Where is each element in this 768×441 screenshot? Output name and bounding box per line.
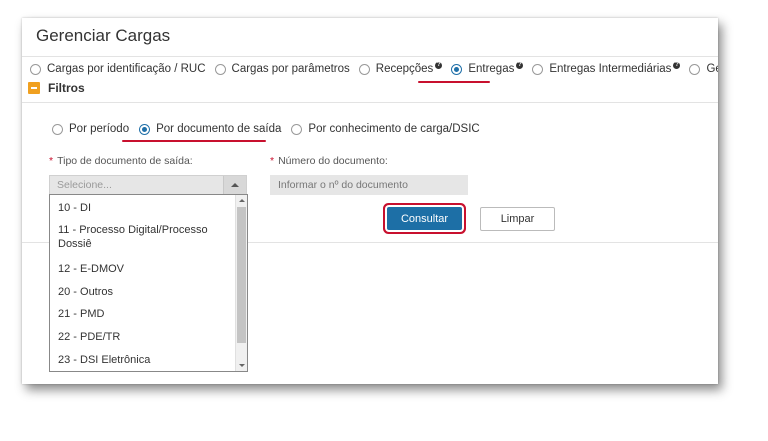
dropdown-option[interactable]: 22 - PDE/TR (58, 330, 231, 344)
scrollbar-thumb[interactable] (237, 207, 246, 343)
dropdown-scrollbar[interactable] (235, 195, 247, 371)
option-por-conhecimento[interactable]: Por conhecimento de carga/DSIC (291, 123, 480, 135)
radio-icon[interactable] (52, 123, 63, 135)
tab-label: Entregas (468, 63, 515, 75)
required-marker: * (270, 155, 275, 167)
tab-cargas-parametros[interactable]: Cargas por parâmetros (214, 63, 350, 75)
dropdown-option[interactable]: 11 - Processo Digital/Processo Dossiê (58, 223, 231, 251)
tab-recepcoes[interactable]: Recepções ? (358, 61, 443, 75)
numero-documento-label: * Número do documento: (270, 155, 388, 167)
option-por-documento-saida[interactable]: Por documento de saída (139, 123, 281, 135)
radio-icon[interactable] (532, 63, 544, 75)
radio-icon[interactable] (358, 63, 370, 75)
tab-entregas[interactable]: Entregas ? (451, 61, 524, 75)
collapse-minus-icon[interactable] (28, 82, 40, 94)
title-divider (22, 56, 718, 57)
dropdown-option[interactable]: 20 - Outros (58, 285, 231, 299)
numero-documento-input[interactable] (270, 175, 468, 195)
page-title: Gerenciar Cargas (36, 26, 171, 45)
tab-label: Gerar DSIC (706, 63, 718, 75)
dropdown-option[interactable]: 21 - PMD (58, 307, 231, 321)
query-type-tabs: Cargas por identificação / RUC Cargas po… (30, 61, 718, 75)
tipo-documento-select[interactable]: Selecione... (49, 175, 247, 195)
filtros-heading: Filtros (48, 81, 85, 95)
entregas-highlight-underline (418, 81, 490, 83)
manage-cargo-window: Gerenciar Cargas Cargas por identificaçã… (22, 18, 718, 384)
scroll-down-icon[interactable] (239, 364, 245, 367)
option-por-periodo[interactable]: Por período (52, 123, 129, 135)
tipo-documento-dropdown-list: 10 - DI 11 - Processo Digital/Processo D… (49, 194, 248, 372)
help-icon[interactable]: ? (435, 61, 443, 69)
help-icon[interactable]: ? (516, 61, 524, 69)
scroll-up-icon[interactable] (239, 199, 245, 202)
limpar-button[interactable]: Limpar (480, 207, 555, 231)
dropdown-option[interactable]: 23 - DSI Eletrônica (58, 353, 231, 367)
radio-icon[interactable] (291, 123, 303, 135)
filter-type-options: Por período Por documento de saída Por c… (52, 123, 490, 135)
radio-icon[interactable] (689, 63, 701, 75)
chevron-up-icon[interactable] (223, 176, 246, 194)
help-icon[interactable]: ? (673, 61, 681, 69)
tab-label: Recepções (375, 63, 434, 75)
option-label: Por período (69, 123, 130, 135)
numero-documento-label-text: Número do documento: (278, 155, 388, 167)
dropdown-option[interactable]: 12 - E-DMOV (58, 262, 231, 276)
tab-gerar-dsic[interactable]: Gerar DSIC (689, 63, 718, 75)
filtros-divider (22, 102, 718, 103)
tab-entregas-intermediarias[interactable]: Entregas Intermediárias ? (532, 61, 681, 75)
tipo-documento-label-text: Tipo de documento de saída: (57, 155, 193, 167)
radio-icon[interactable] (214, 63, 226, 75)
documento-highlight-underline (122, 140, 266, 142)
dropdown-option[interactable]: 10 - DI (58, 201, 231, 215)
radio-checked-icon[interactable] (139, 123, 151, 135)
radio-checked-icon[interactable] (451, 63, 463, 75)
consultar-button[interactable]: Consultar (387, 207, 462, 230)
tab-cargas-identificacao[interactable]: Cargas por identificação / RUC (30, 63, 206, 75)
option-label: Por conhecimento de carga/DSIC (308, 123, 480, 135)
required-marker: * (49, 155, 54, 167)
tipo-documento-label: * Tipo de documento de saída: (49, 155, 193, 167)
select-placeholder: Selecione... (57, 179, 112, 191)
tab-label: Cargas por parâmetros (231, 63, 350, 75)
tab-label: Cargas por identificação / RUC (47, 63, 206, 75)
radio-icon[interactable] (30, 63, 41, 75)
option-label: Por documento de saída (156, 123, 282, 135)
tab-label: Entregas Intermediárias (549, 63, 672, 75)
